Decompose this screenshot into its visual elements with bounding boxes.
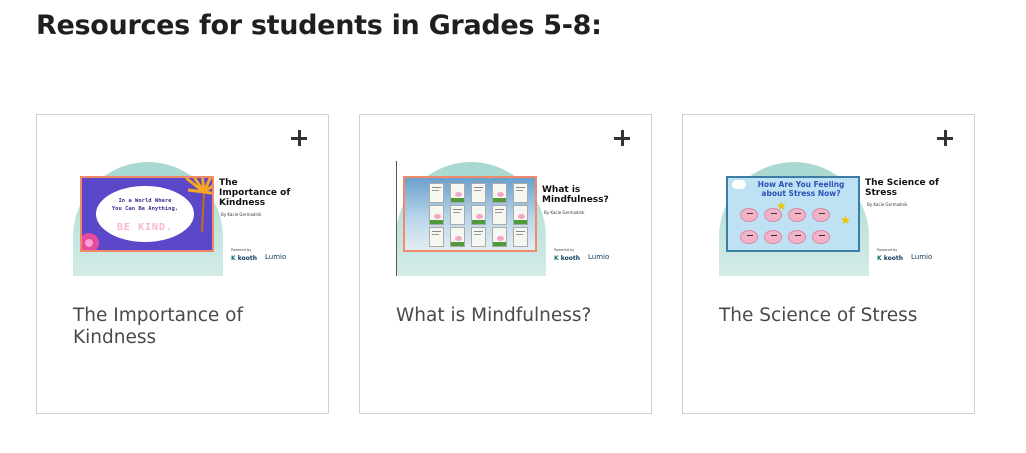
brain-icon (740, 208, 758, 222)
slide-subtext (750, 199, 850, 203)
grid-card (450, 227, 465, 247)
slide-image: In a World Where You Can Be Anything, BE… (80, 176, 214, 252)
page-title: Resources for students in Grades 5-8: (36, 10, 602, 41)
card-title[interactable]: What is Mindfulness? (396, 305, 626, 327)
brain-icon (764, 230, 782, 244)
card-thumbnail[interactable]: In a World Where You Can Be Anything, BE… (73, 160, 293, 276)
grid-card (513, 227, 528, 247)
brain-icon (740, 230, 758, 244)
card-title[interactable]: The Science of Stress (719, 305, 949, 327)
card-grid (429, 183, 528, 247)
card-title[interactable]: The Importance of Kindness (73, 305, 303, 349)
powered-by-label: Powered by (877, 248, 898, 252)
slide-byline: By Kacie Germadnik (544, 210, 585, 215)
slide-title: The Importance of Kindness (219, 178, 291, 208)
grid-card (429, 227, 444, 247)
kooth-logo: K kooth (554, 255, 580, 262)
grid-card (513, 205, 528, 225)
powered-by-label: Powered by (554, 248, 575, 252)
brain-icon (812, 230, 830, 244)
plus-icon[interactable] (613, 129, 631, 147)
grid-card (450, 205, 465, 225)
slide-oval: In a World Where You Can Be Anything, BE… (96, 186, 194, 242)
grid-card (471, 183, 486, 203)
divider (396, 161, 397, 276)
plus-icon[interactable] (936, 129, 954, 147)
brain-icon (788, 230, 806, 244)
slide-byline: By Kacie Germadnik (221, 212, 262, 217)
kooth-logo: K kooth (231, 255, 257, 262)
cloud-icon (732, 180, 746, 189)
grid-card (513, 183, 528, 203)
slide-byline: By Kacie Germadnik (867, 202, 908, 207)
grid-card (429, 205, 444, 225)
slide-line-3: BE KIND. (116, 222, 174, 233)
grid-card (492, 205, 507, 225)
grid-card (492, 183, 507, 203)
slide-line-2: You Can Be Anything, (111, 206, 179, 212)
brain-icon (788, 208, 806, 222)
grid-card (471, 205, 486, 225)
grid-card (429, 183, 444, 203)
brain-icon (812, 208, 830, 222)
resource-card-kindness[interactable]: In a World Where You Can Be Anything, BE… (36, 114, 329, 414)
grid-card (492, 227, 507, 247)
grid-card (450, 183, 465, 203)
slide-headline: How Are You Feeling about Stress Now? (757, 180, 845, 198)
kooth-logo: K kooth (877, 255, 903, 262)
lumio-logo: Lumio (911, 253, 933, 261)
card-thumbnail[interactable]: How Are You Feeling about Stress Now? ★ … (719, 160, 939, 276)
lumio-logo: Lumio (265, 253, 287, 261)
star-icon: ★ (776, 199, 787, 213)
card-thumbnail[interactable]: What is Mindfulness? By Kacie Germadnik … (396, 160, 616, 276)
slide-image: How Are You Feeling about Stress Now? ★ … (726, 176, 860, 252)
grid-card (471, 227, 486, 247)
star-icon: ★ (840, 213, 851, 227)
flower-icon (82, 233, 99, 250)
resource-card-stress[interactable]: How Are You Feeling about Stress Now? ★ … (682, 114, 975, 414)
lumio-logo: Lumio (588, 253, 610, 261)
resource-card-mindfulness[interactable]: What is Mindfulness? By Kacie Germadnik … (359, 114, 652, 414)
slide-image (403, 176, 537, 252)
plus-icon[interactable] (290, 129, 308, 147)
slide-title: What is Mindfulness? (542, 185, 609, 205)
powered-by-label: Powered by (231, 248, 252, 252)
slide-title: The Science of Stress (865, 178, 939, 198)
slide-line-1: In a World Where (118, 198, 172, 204)
